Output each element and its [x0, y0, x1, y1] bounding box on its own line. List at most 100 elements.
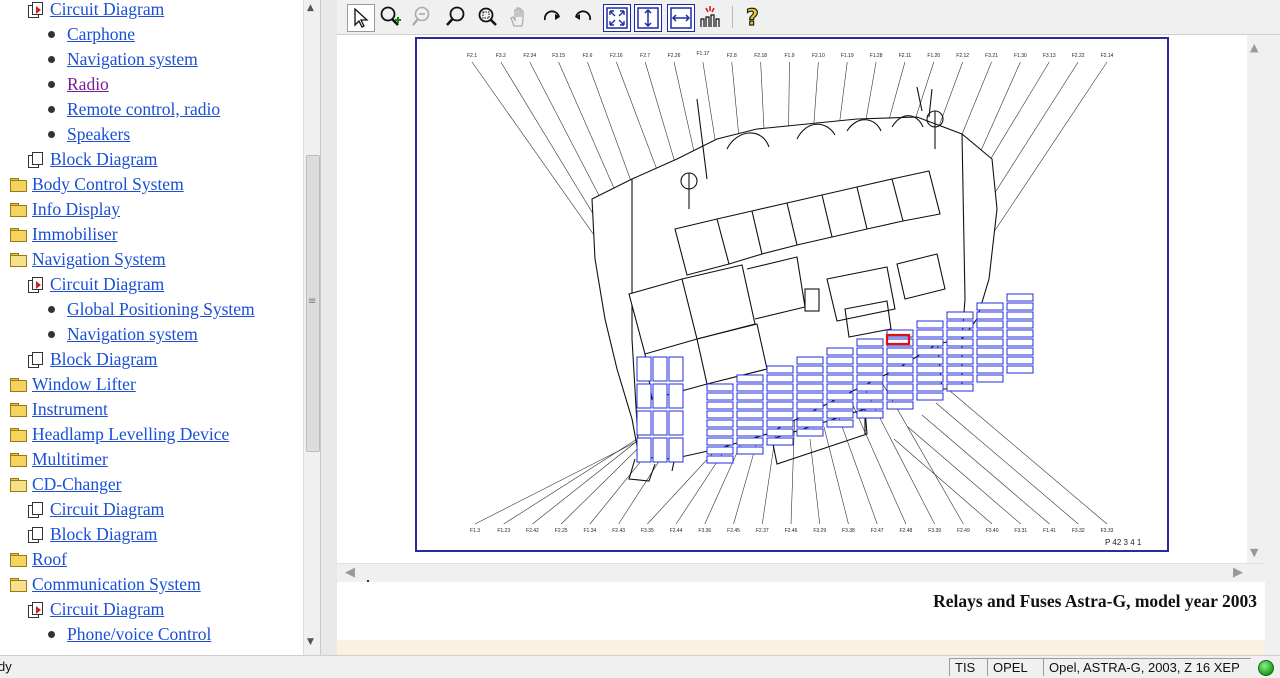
fuse[interactable] — [856, 356, 884, 365]
fuse[interactable] — [946, 311, 974, 320]
tree-item-circuit-diagram[interactable]: Circuit Diagram — [28, 497, 164, 522]
fuse[interactable] — [766, 410, 794, 419]
maxi-fuse[interactable] — [668, 437, 684, 463]
scroll-down-icon[interactable]: ▼ — [307, 637, 314, 647]
fuse[interactable] — [706, 446, 734, 455]
fuse[interactable] — [916, 392, 944, 401]
tree-item-label[interactable]: Navigation system — [67, 324, 198, 345]
tree-item-global-positioning-system[interactable]: Global Positioning System — [48, 297, 255, 322]
tree-item-label[interactable]: Circuit Diagram — [50, 599, 164, 620]
tree-item-label[interactable]: Body Control System — [32, 174, 184, 195]
tree-item-body-control-system[interactable]: Body Control System — [10, 172, 184, 197]
tree-item-label[interactable]: Headlamp Levelling Device — [32, 424, 229, 445]
tree-item-label[interactable]: Phone/voice Control — [67, 624, 211, 645]
rotate-ccw-icon[interactable] — [570, 4, 596, 30]
fuse[interactable] — [856, 383, 884, 392]
maxi-fuse[interactable] — [652, 383, 668, 409]
tree-item-label[interactable]: Navigation system — [67, 49, 198, 70]
tree-item-window-lifter[interactable]: Window Lifter — [10, 372, 136, 397]
tree-item-navigation-system[interactable]: Navigation System — [10, 247, 166, 272]
tree-item-label[interactable]: CD-Changer — [32, 474, 121, 495]
pan-hand-icon[interactable] — [506, 4, 532, 30]
fuse[interactable] — [1006, 347, 1034, 356]
tree-item-label[interactable]: Circuit Diagram — [50, 274, 164, 295]
fuse[interactable] — [826, 356, 854, 365]
tree-item-label[interactable]: Carphone — [67, 24, 135, 45]
fuse[interactable] — [946, 329, 974, 338]
fuse[interactable] — [796, 410, 824, 419]
fuse[interactable] — [886, 401, 914, 410]
fuse[interactable] — [766, 392, 794, 401]
tree-item-label[interactable]: Multitimer — [32, 449, 108, 470]
tree-item-label[interactable]: Navigation System — [32, 249, 166, 270]
fuse[interactable] — [886, 392, 914, 401]
fuse[interactable] — [1006, 311, 1034, 320]
tree-item-circuit-diagram[interactable]: Circuit Diagram — [28, 0, 164, 22]
fit-width-icon[interactable] — [667, 4, 695, 32]
fuse[interactable] — [736, 437, 764, 446]
scroll-left-icon[interactable]: ◀ — [345, 565, 355, 580]
rotate-cw-icon[interactable] — [539, 4, 565, 30]
maxi-fuse[interactable] — [636, 437, 652, 463]
fuse[interactable] — [856, 365, 884, 374]
tree-item-label[interactable]: Remote control, radio — [67, 99, 220, 120]
maxi-fuse[interactable] — [652, 356, 668, 382]
fuse[interactable] — [856, 338, 884, 347]
fuse[interactable] — [976, 347, 1004, 356]
tree-item-label[interactable]: Info Display — [32, 199, 120, 220]
fuse[interactable] — [946, 320, 974, 329]
fuse[interactable] — [946, 347, 974, 356]
tree-item-headlamp-levelling-device[interactable]: Headlamp Levelling Device — [10, 422, 229, 447]
tree-item-navigation-system[interactable]: Navigation system — [48, 47, 198, 72]
fuse[interactable] — [916, 383, 944, 392]
fuse[interactable] — [766, 428, 794, 437]
help-icon[interactable]: ? — [740, 4, 766, 30]
fuse[interactable] — [736, 410, 764, 419]
fuse[interactable] — [976, 338, 1004, 347]
tree-item-block-diagram[interactable]: Block Diagram — [28, 522, 157, 547]
fuse[interactable] — [796, 419, 824, 428]
fuse[interactable] — [1006, 338, 1034, 347]
fuse[interactable] — [946, 338, 974, 347]
fuse[interactable] — [796, 401, 824, 410]
tree-item-cd-changer[interactable]: CD-Changer — [10, 472, 121, 497]
tree-item-roof[interactable]: Roof — [10, 547, 67, 572]
fuse[interactable] — [946, 374, 974, 383]
tree-item-radio[interactable]: Radio — [48, 72, 109, 97]
tree-item-phone-voice-control[interactable]: Phone/voice Control — [48, 622, 211, 647]
fuse[interactable] — [826, 374, 854, 383]
tree-item-circuit-diagram[interactable]: Circuit Diagram — [28, 272, 164, 297]
fuse[interactable] — [706, 392, 734, 401]
scroll-right-icon[interactable]: ▶ — [1233, 565, 1243, 580]
fuse[interactable] — [916, 329, 944, 338]
fuse[interactable] — [1006, 365, 1034, 374]
tree-item-info-display[interactable]: Info Display — [10, 197, 120, 222]
fuse[interactable] — [916, 338, 944, 347]
fuse[interactable] — [766, 401, 794, 410]
tree-scrollbar[interactable]: ▲ ≡ ▼ — [303, 0, 320, 655]
tree-item-speakers[interactable]: Speakers — [48, 122, 130, 147]
zoom-in-icon[interactable] — [377, 4, 403, 30]
fuse[interactable] — [736, 401, 764, 410]
fuse[interactable] — [826, 383, 854, 392]
fuse[interactable] — [886, 347, 914, 356]
fuse[interactable] — [706, 419, 734, 428]
tree-item-label[interactable]: Window Lifter — [32, 374, 136, 395]
fuse[interactable] — [886, 383, 914, 392]
diagram-vscrollbar[interactable]: ▲ ▼ — [1247, 35, 1265, 563]
panel-splitter[interactable] — [320, 0, 338, 655]
fuse[interactable] — [826, 401, 854, 410]
tree-item-block-diagram[interactable]: Block Diagram — [28, 347, 157, 372]
fuse[interactable] — [826, 347, 854, 356]
fuse[interactable] — [916, 374, 944, 383]
fuse[interactable] — [1006, 329, 1034, 338]
tree-item-label[interactable]: Communication System — [32, 574, 201, 595]
tree-item-label[interactable]: Block Diagram — [50, 349, 157, 370]
fuse[interactable] — [916, 347, 944, 356]
fuse[interactable] — [736, 419, 764, 428]
fuse[interactable] — [796, 356, 824, 365]
fuse[interactable] — [706, 401, 734, 410]
fuse[interactable] — [946, 383, 974, 392]
fuse[interactable] — [766, 383, 794, 392]
fuse[interactable] — [946, 356, 974, 365]
